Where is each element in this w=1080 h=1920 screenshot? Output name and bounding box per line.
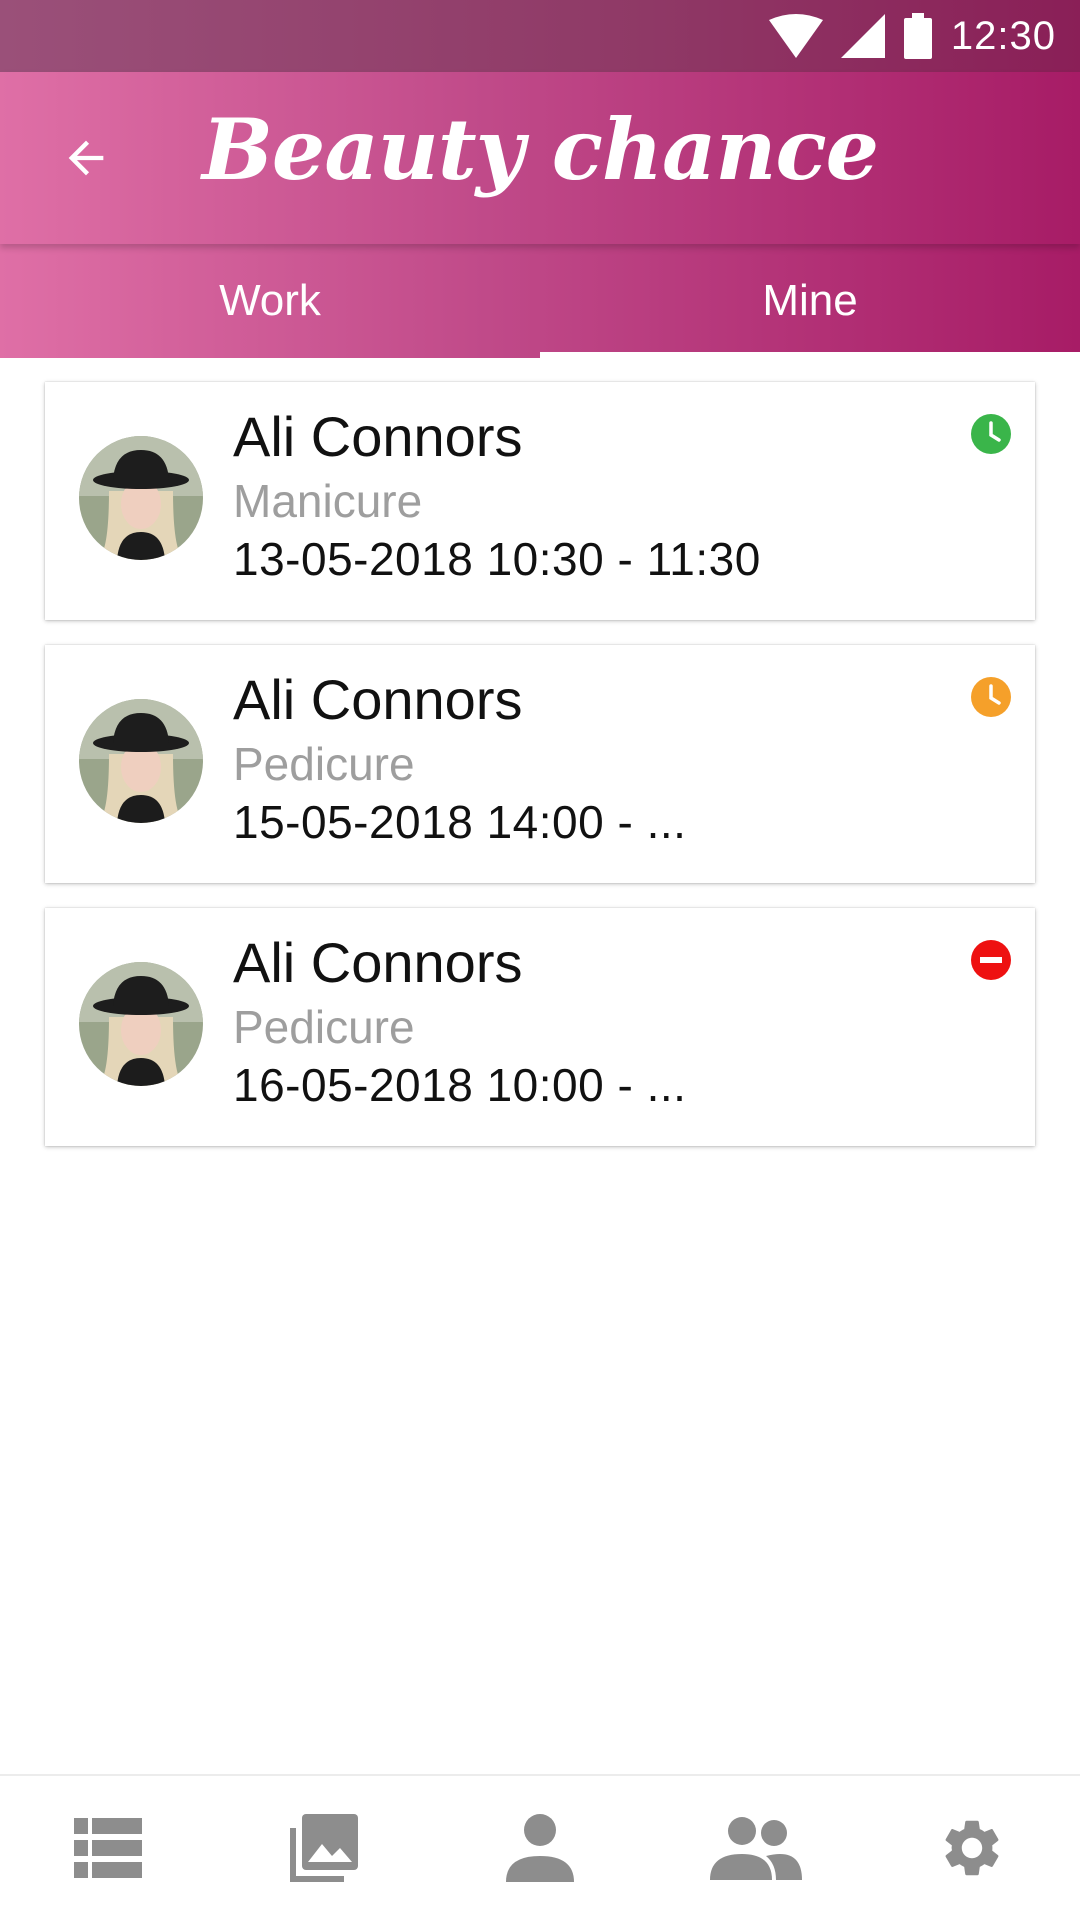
status-time: 12:30	[950, 13, 1056, 58]
list-icon	[74, 1818, 142, 1878]
appointment-card[interactable]: Ali Connors Manicure 13-05-2018 10:30 - …	[45, 382, 1035, 620]
appointment-datetime: 16-05-2018 10:00 - ...	[233, 1059, 687, 1111]
appointment-card[interactable]: Ali Connors Pedicure 16-05-2018 10:00 - …	[45, 908, 1035, 1146]
wifi-icon	[768, 14, 823, 58]
group-icon	[710, 1817, 802, 1880]
appointment-datetime: 13-05-2018 10:30 - 11:30	[233, 533, 761, 585]
status-icons: 12:30	[768, 12, 1056, 60]
settings-icon	[945, 1820, 999, 1876]
avatar	[79, 436, 203, 560]
gallery-icon	[290, 1814, 358, 1882]
service-name: Manicure	[233, 475, 423, 527]
status-bar: 12:30	[0, 0, 1080, 72]
client-name: Ali Connors	[233, 405, 523, 468]
avatar	[79, 699, 203, 823]
clock-icon	[971, 677, 1011, 717]
signal-icon	[840, 14, 885, 58]
nav-clients[interactable]	[696, 1788, 816, 1908]
clock-icon	[971, 414, 1011, 454]
app-title: Beauty chance	[201, 100, 879, 199]
nav-gallery[interactable]	[264, 1788, 384, 1908]
battery-icon	[903, 13, 932, 59]
tab-bar: Work Mine	[0, 244, 1080, 358]
service-name: Pedicure	[233, 1001, 415, 1053]
avatar	[79, 962, 203, 1086]
bottom-navigation	[0, 1774, 1080, 1920]
tab-work[interactable]: Work	[0, 244, 540, 358]
client-name: Ali Connors	[233, 668, 523, 731]
client-name: Ali Connors	[233, 931, 523, 994]
app-bar: Beauty chance	[0, 72, 1080, 244]
service-name: Pedicure	[233, 738, 415, 790]
nav-profile[interactable]	[480, 1788, 600, 1908]
minus-circle-icon	[971, 940, 1011, 980]
appointment-list: Ali Connors Manicure 13-05-2018 10:30 - …	[45, 382, 1035, 1171]
nav-settings[interactable]	[912, 1788, 1032, 1908]
appointment-card[interactable]: Ali Connors Pedicure 15-05-2018 14:00 - …	[45, 645, 1035, 883]
person-icon	[506, 1814, 574, 1882]
appointment-datetime: 15-05-2018 14:00 - ...	[233, 796, 687, 848]
tab-mine[interactable]: Mine	[540, 244, 1080, 358]
nav-list[interactable]	[48, 1788, 168, 1908]
